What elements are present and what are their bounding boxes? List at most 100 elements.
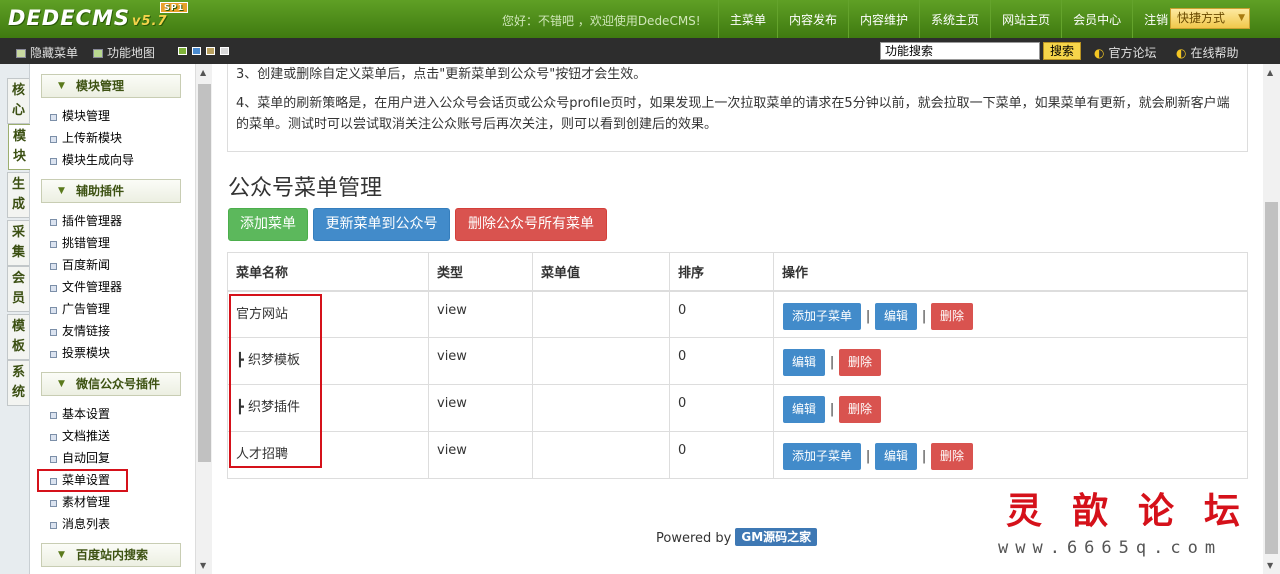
tab-templates[interactable]: 模板: [7, 314, 29, 360]
quick-access-label: 快捷方式: [1177, 11, 1226, 25]
col-order: 排序: [669, 252, 774, 292]
table-row: 官方网站 view 0 添加子菜单 | 编辑 | 删除: [227, 290, 1248, 338]
edit-button[interactable]: 编辑: [782, 395, 827, 424]
update-menu-button[interactable]: 更新菜单到公众号: [313, 208, 450, 241]
dedecms-logo[interactable]: DEDECMS v5.7 SP1: [8, 2, 189, 30]
tab-generate[interactable]: 生成: [7, 172, 29, 218]
scroll-thumb[interactable]: [198, 84, 211, 462]
sidebar-item-upload-module[interactable]: 上传新模块: [49, 130, 122, 146]
edit-button[interactable]: 编辑: [874, 442, 919, 471]
brand-badge[interactable]: GM源码之家: [735, 528, 818, 546]
powered-by: Powered by GM源码之家: [656, 528, 818, 546]
sidebar-item-ad-manage[interactable]: 广告管理: [49, 301, 110, 317]
bulb-icon: ◐: [1176, 46, 1187, 60]
skin-blue-swatch[interactable]: [192, 47, 201, 55]
scroll-up-icon[interactable]: ▲: [1267, 68, 1273, 77]
tab-core[interactable]: 核心: [7, 78, 29, 124]
delete-all-menus-button[interactable]: 删除公众号所有菜单: [455, 208, 607, 241]
hide-menu-icon: [16, 49, 26, 58]
version-label: v5.7: [132, 14, 168, 29]
sidebar-item-friend-links[interactable]: 友情链接: [49, 323, 110, 339]
scroll-thumb[interactable]: [1265, 202, 1278, 554]
add-submenu-button[interactable]: 添加子菜单: [782, 442, 863, 471]
scroll-down-icon[interactable]: ▼: [200, 561, 206, 570]
cell-value: [532, 384, 670, 432]
cell-order: 0: [669, 431, 774, 479]
main-scrollbar[interactable]: ▲ ▼: [1263, 64, 1280, 574]
cell-order: 0: [669, 337, 774, 385]
sidebar-item-material-manage[interactable]: 素材管理: [49, 494, 110, 510]
sidebar-item-plugin-manager[interactable]: 插件管理器: [49, 213, 122, 229]
add-menu-button[interactable]: 添加菜单: [228, 208, 308, 241]
hide-menu-link[interactable]: 隐藏菜单: [16, 44, 78, 61]
site-map-label: 功能地图: [107, 46, 156, 60]
group-title: 微信公众号插件: [76, 377, 161, 391]
scroll-up-icon[interactable]: ▲: [200, 68, 206, 77]
sidebar-item-vote-module[interactable]: 投票模块: [49, 345, 110, 361]
sidebar-item-file-manager[interactable]: 文件管理器: [49, 279, 122, 295]
scroll-down-icon[interactable]: ▼: [1267, 561, 1273, 570]
add-submenu-button[interactable]: 添加子菜单: [782, 301, 863, 331]
sidebar-item-message-list[interactable]: 消息列表: [49, 516, 110, 532]
chevron-down-icon: ▼: [1238, 13, 1245, 23]
grid-icon: [93, 49, 103, 58]
cell-actions: 编辑 | 删除: [773, 337, 1248, 385]
forum-link[interactable]: ◐ 官方论坛: [1094, 44, 1157, 61]
sidebar-item-doc-push[interactable]: 文档推送: [49, 428, 110, 444]
skin-brown-swatch[interactable]: [206, 47, 215, 55]
tab-system[interactable]: 系统: [7, 360, 29, 406]
sidebar-item-error-manage[interactable]: 挑错管理: [49, 235, 110, 251]
edit-button[interactable]: 编辑: [782, 348, 827, 377]
cell-order: 0: [669, 384, 774, 432]
powered-by-text: Powered by: [656, 531, 732, 546]
site-map-link[interactable]: 功能地图: [93, 44, 155, 61]
sidebar-scrollbar[interactable]: ▲ ▼: [195, 64, 212, 574]
skin-gray-swatch[interactable]: [220, 47, 229, 55]
collapse-arrow-icon: ▼: [58, 379, 65, 389]
group-title: 辅助插件: [76, 184, 125, 198]
help-label: 在线帮助: [1190, 46, 1239, 60]
nav-site-home[interactable]: 网站主页: [990, 0, 1061, 38]
sidebar-item-module-wizard[interactable]: 模块生成向导: [49, 152, 134, 168]
tab-members[interactable]: 会员: [7, 266, 29, 312]
notice-box: 3、创建或删除自定义菜单后，点击"更新菜单到公众号"按钮才会生效。 4、菜单的刷…: [227, 64, 1248, 152]
tab-modules[interactable]: 模块: [8, 124, 30, 170]
function-search-input[interactable]: 功能搜索: [880, 42, 1040, 60]
collapse-arrow-icon: ▼: [58, 81, 65, 91]
group-wechat-plugin[interactable]: ▼ 微信公众号插件: [41, 372, 181, 396]
separator: |: [829, 355, 835, 370]
delete-button[interactable]: 删除: [930, 442, 975, 471]
toolbar: 隐藏菜单 功能地图 功能搜索 搜索 ◐ 官方论坛 ◐ 在线帮助: [0, 38, 1280, 64]
help-link[interactable]: ◐ 在线帮助: [1176, 44, 1239, 61]
nav-content-publish[interactable]: 内容发布: [777, 0, 848, 38]
group-module-management[interactable]: ▼ 模块管理: [41, 74, 181, 98]
cell-order: 0: [669, 290, 774, 338]
cell-value: [532, 431, 670, 479]
sidebar-item-baidu-news[interactable]: 百度新闻: [49, 257, 110, 273]
group-title: 百度站内搜索: [76, 548, 149, 562]
delete-button[interactable]: 删除: [930, 301, 975, 331]
collapse-arrow-icon: ▼: [58, 550, 65, 560]
search-button[interactable]: 搜索: [1043, 42, 1081, 60]
bulb-icon: ◐: [1094, 46, 1105, 60]
delete-button[interactable]: 删除: [838, 395, 883, 424]
nav-member-center[interactable]: 会员中心: [1061, 0, 1132, 38]
page-title: 公众号菜单管理: [228, 176, 383, 201]
skin-green-swatch[interactable]: [178, 47, 187, 55]
sidebar-item-auto-reply[interactable]: 自动回复: [49, 450, 110, 466]
tab-collect[interactable]: 采集: [7, 220, 29, 266]
cell-actions: 添加子菜单 | 编辑 | 删除: [773, 431, 1248, 479]
group-baidu-search[interactable]: ▼ 百度站内搜索: [41, 543, 181, 567]
quick-access-dropdown[interactable]: 快捷方式 ▼: [1170, 8, 1250, 29]
logo-text: DEDECMS: [8, 6, 130, 30]
menu-names-highlight: [229, 294, 322, 468]
nav-system-home[interactable]: 系统主页: [919, 0, 990, 38]
nav-content-maintain[interactable]: 内容维护: [848, 0, 919, 38]
delete-button[interactable]: 删除: [838, 348, 883, 377]
group-plugins[interactable]: ▼ 辅助插件: [41, 179, 181, 203]
edit-button[interactable]: 编辑: [874, 301, 919, 331]
cell-type: view: [428, 431, 533, 479]
sidebar-item-module-manage[interactable]: 模块管理: [49, 108, 110, 124]
sidebar-item-basic-settings[interactable]: 基本设置: [49, 406, 110, 422]
nav-main-menu[interactable]: 主菜单: [718, 0, 777, 38]
